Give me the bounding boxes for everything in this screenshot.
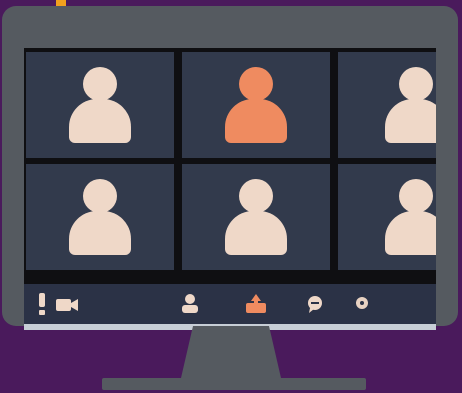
monitor-stand-base xyxy=(102,378,366,390)
participant-tile-active-speaker[interactable] xyxy=(182,52,330,158)
alert-icon[interactable] xyxy=(36,284,48,324)
monitor-stand-neck xyxy=(181,326,281,378)
participants-icon[interactable] xyxy=(178,284,202,324)
person-icon xyxy=(385,67,436,143)
settings-icon[interactable] xyxy=(352,284,372,324)
share-screen-icon[interactable] xyxy=(243,284,269,324)
participant-tile[interactable] xyxy=(338,52,436,158)
chat-icon[interactable] xyxy=(304,284,326,324)
participant-tile[interactable] xyxy=(182,164,330,270)
person-icon xyxy=(225,179,287,255)
person-icon xyxy=(69,179,131,255)
participant-tile[interactable] xyxy=(26,52,174,158)
person-icon xyxy=(69,67,131,143)
monitor xyxy=(2,6,458,330)
participant-tile[interactable] xyxy=(338,164,436,270)
person-icon xyxy=(225,67,287,143)
call-toolbar xyxy=(24,284,436,324)
person-icon xyxy=(385,179,436,255)
participant-tile[interactable] xyxy=(26,164,174,270)
video-call-screen xyxy=(24,48,436,330)
video-camera-icon[interactable] xyxy=(54,284,80,324)
